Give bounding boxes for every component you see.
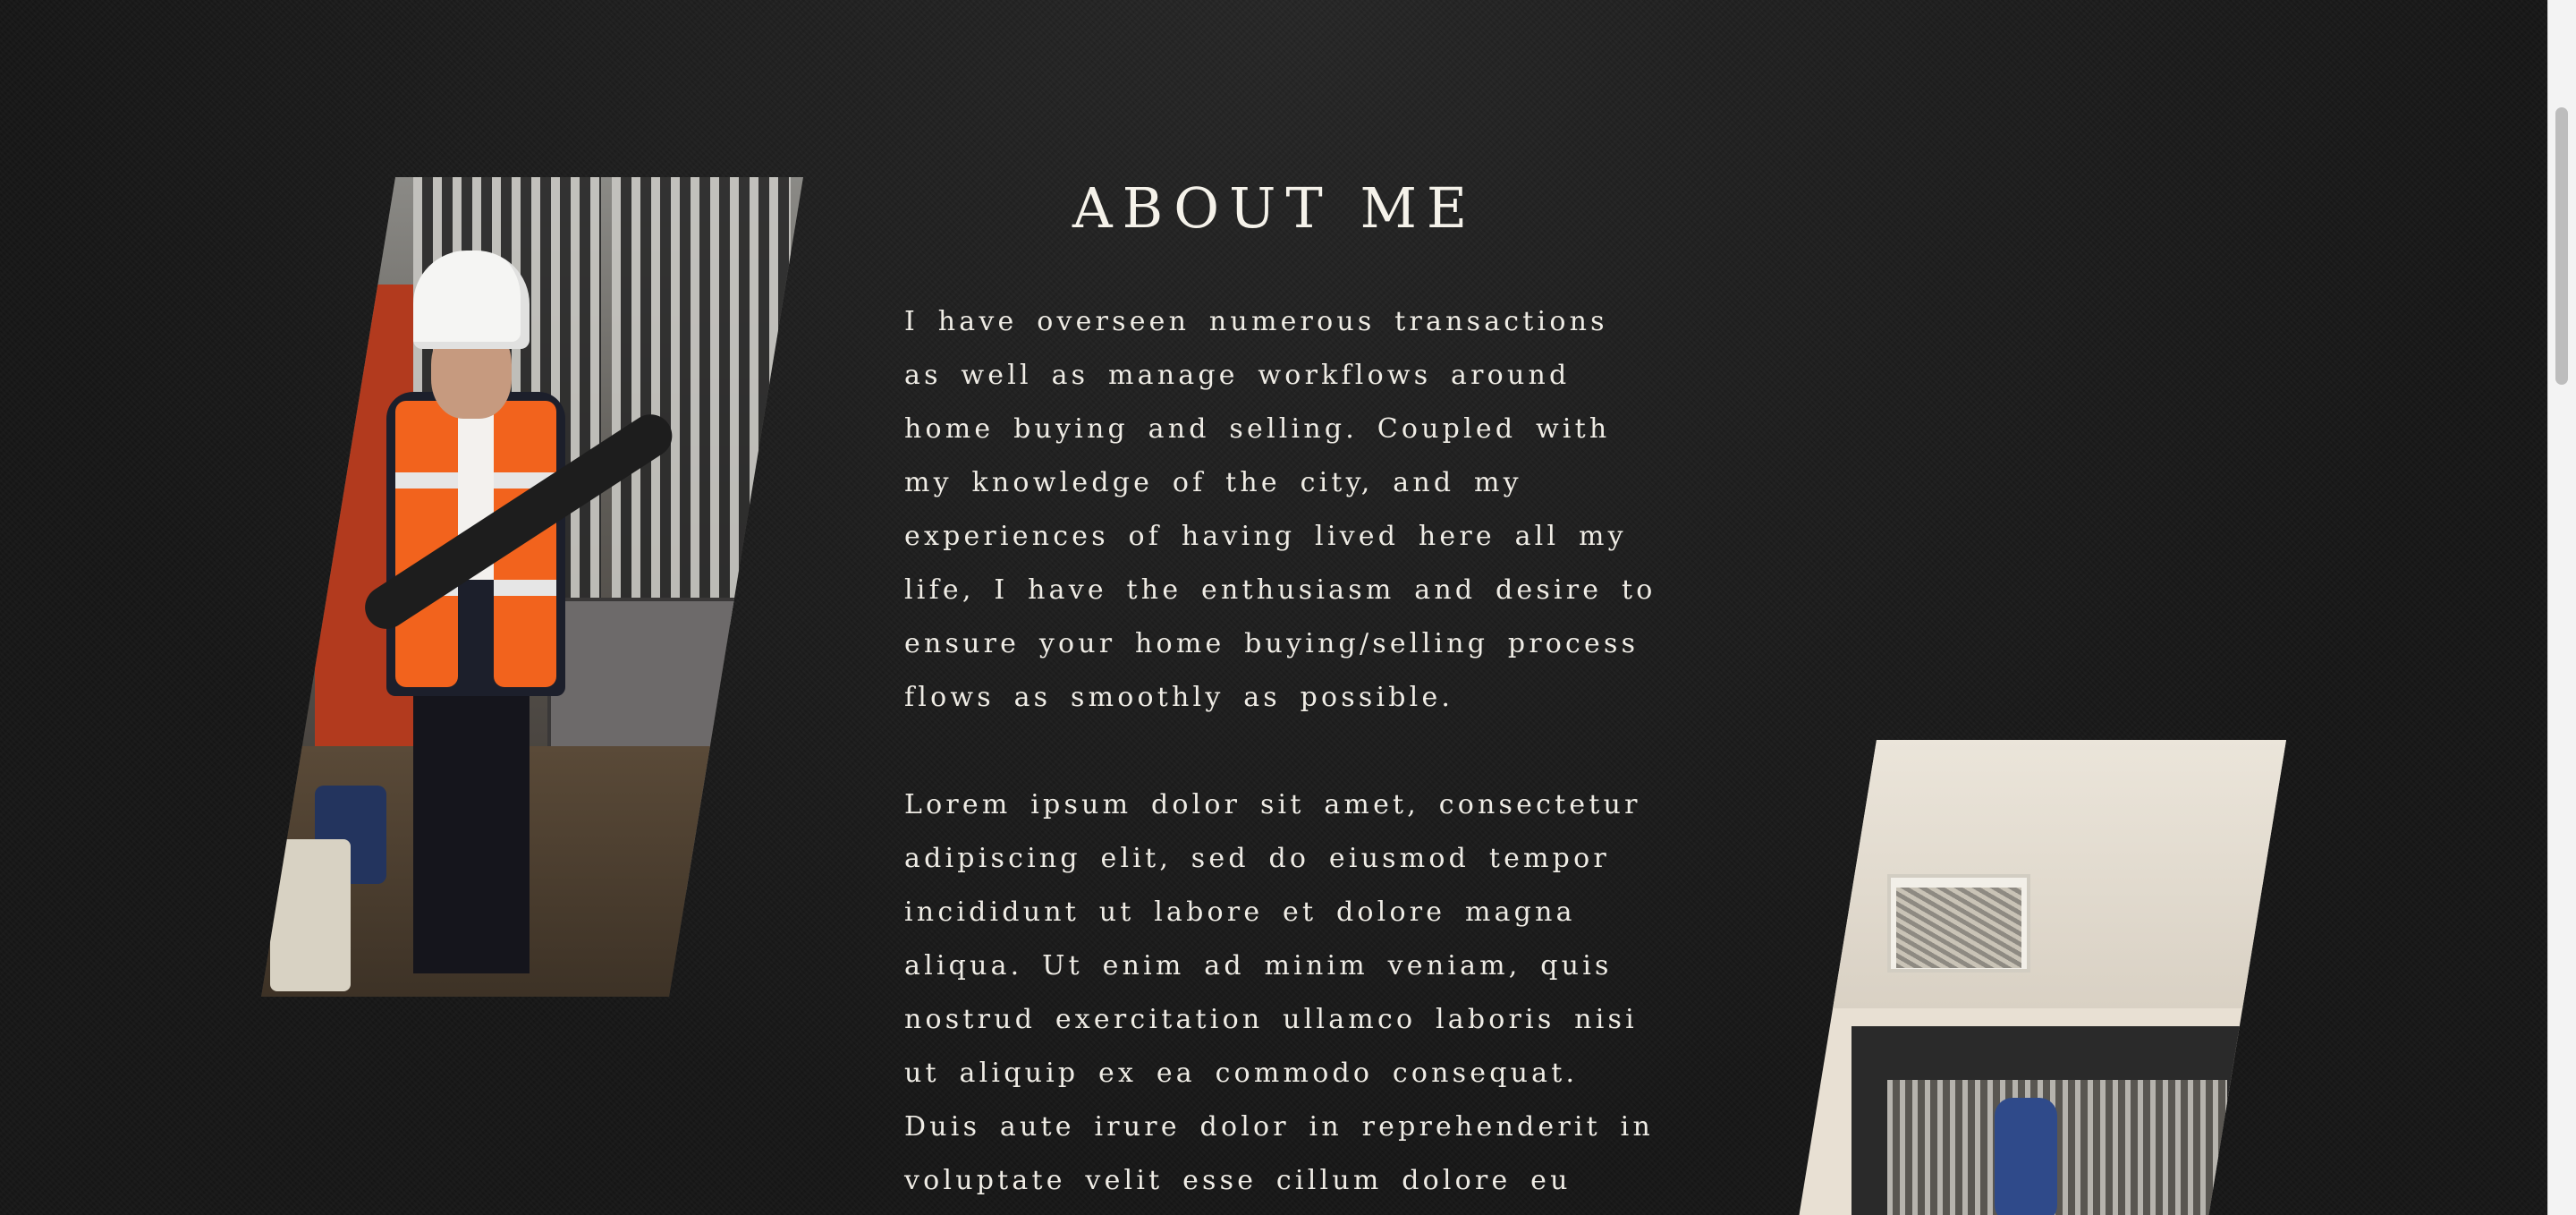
photo-scene: [261, 177, 803, 997]
vest-stripe: [494, 580, 556, 596]
white-bucket: [270, 839, 351, 991]
door-glass: [1887, 1080, 2227, 1215]
hard-hat: [413, 251, 530, 349]
about-paragraph-1: I have overseen numerous transactions as…: [904, 306, 1657, 713]
about-paragraph-2: Lorem ipsum dolor sit amet, consectetur …: [904, 789, 1654, 1196]
vertical-scrollbar[interactable]: [2547, 0, 2576, 1215]
about-section: ABOUT ME I have overseen numerous transa…: [0, 0, 2547, 1215]
agent-photo: [261, 177, 803, 997]
section-title: ABOUT ME: [1072, 175, 1478, 241]
ceiling: [1798, 740, 2286, 1008]
interior-photo: [1798, 740, 2286, 1215]
scrollbar-thumb[interactable]: [2555, 107, 2568, 385]
wall-art: [1896, 888, 2021, 968]
person-legs: [413, 678, 530, 973]
reflection-figure: [1995, 1098, 2057, 1215]
vest-stripe: [395, 472, 458, 489]
photo-scene: [1798, 740, 2286, 1215]
